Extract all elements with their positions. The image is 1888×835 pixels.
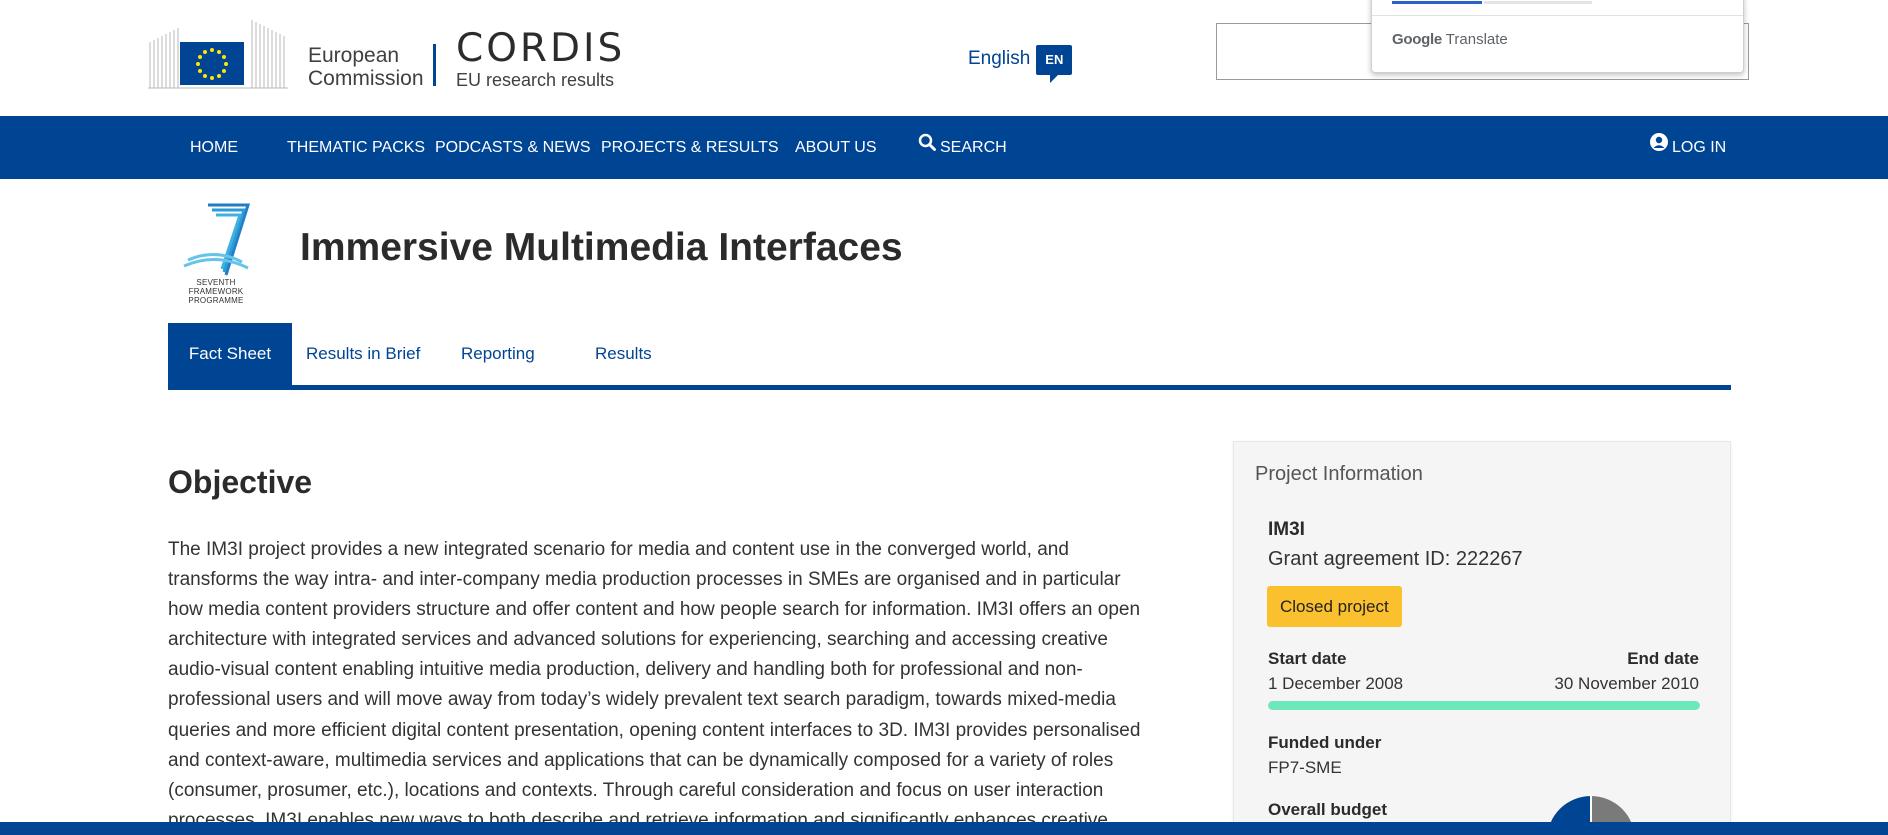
objective-line: queries and more efficient digital conte… bbox=[168, 719, 1141, 741]
end-date-value: 30 November 2010 bbox=[1554, 674, 1699, 693]
objective-heading: Objective bbox=[168, 464, 313, 500]
bottom-blue-bar bbox=[0, 822, 1888, 835]
fp7-caption: SEVENTH FRAMEWORK PROGRAMME bbox=[168, 278, 264, 305]
overall-budget-label: Overall budget bbox=[1268, 800, 1388, 819]
fp7-seven-icon bbox=[183, 203, 251, 276]
european-commission-logo[interactable]: European Commission bbox=[148, 12, 428, 92]
translate-credit[interactable]: Google Translate bbox=[1392, 31, 1508, 48]
language-code-badge: EN bbox=[1036, 45, 1073, 83]
objective-line: audio-visual content enabling intuitive … bbox=[168, 659, 1083, 681]
nav-podcasts-news[interactable]: PODCASTS & NEWS bbox=[435, 116, 591, 179]
nav-about-us[interactable]: ABOUT US bbox=[795, 116, 877, 179]
google-translate-popup[interactable]: Google Translate bbox=[1371, 0, 1744, 73]
tab-results-in-brief[interactable]: Results in Brief bbox=[306, 323, 420, 385]
funded-under-value[interactable]: FP7-SME bbox=[1268, 758, 1342, 778]
tab-results[interactable]: Results bbox=[595, 323, 652, 385]
language-selector[interactable]: English EN bbox=[968, 45, 1073, 83]
ec-name-line2: Commission bbox=[308, 67, 424, 90]
objective-line: (consumer, prosumer, etc.), locations an… bbox=[168, 779, 1104, 801]
project-timeline-progress bbox=[1268, 701, 1700, 710]
grant-agreement-id: Grant agreement ID: 222267 bbox=[1268, 548, 1523, 570]
google-logo: Google bbox=[1392, 31, 1442, 48]
site-header: European Commission CORDIS EU research r… bbox=[0, 0, 1888, 116]
fp7-caption-line1: SEVENTH FRAMEWORK bbox=[188, 278, 244, 296]
project-tabs: Fact Sheet Results in Brief Reporting Re… bbox=[168, 323, 1731, 390]
tabs-underline bbox=[168, 385, 1731, 390]
objective-line: transforms the way intra- and inter-comp… bbox=[168, 569, 1121, 591]
nav-login-label: LOG IN bbox=[1672, 139, 1727, 156]
eu-flag-icon bbox=[180, 42, 244, 85]
funded-under-label: Funded under bbox=[1268, 733, 1382, 752]
search-icon bbox=[918, 115, 936, 178]
nav-login[interactable]: LOG IN bbox=[1650, 116, 1726, 179]
start-date-label: Start date bbox=[1268, 649, 1347, 668]
ec-name: European Commission bbox=[308, 44, 424, 90]
tab-reporting[interactable]: Reporting bbox=[461, 323, 535, 385]
translate-tab-active[interactable] bbox=[1392, 1, 1482, 4]
panel-title: Project Information bbox=[1255, 463, 1423, 485]
objective-line: The IM3I project provides a new integrat… bbox=[168, 539, 1069, 560]
objective-line: and context-aware, multimedia services a… bbox=[168, 749, 1114, 771]
brand-divider bbox=[433, 44, 436, 86]
translate-label: Translate bbox=[1445, 31, 1508, 48]
site-title[interactable]: CORDIS bbox=[456, 26, 625, 71]
nav-search-label: SEARCH bbox=[940, 139, 1007, 156]
nav-search[interactable]: SEARCH bbox=[918, 116, 1007, 179]
site-subtitle: EU research results bbox=[456, 70, 615, 90]
end-date-label: End date bbox=[1627, 649, 1699, 668]
main-navigation: HOME THEMATIC PACKS PODCASTS & NEWS PROJ… bbox=[0, 116, 1888, 179]
status-badge: Closed project bbox=[1267, 586, 1402, 627]
nav-home[interactable]: HOME bbox=[190, 116, 238, 179]
project-information-panel: Project Information IM3I Grant agreement… bbox=[1233, 441, 1731, 835]
fp7-programme-logo: SEVENTH FRAMEWORK PROGRAMME bbox=[168, 200, 264, 305]
nav-projects-results[interactable]: PROJECTS & RESULTS bbox=[601, 116, 779, 179]
start-date-value: 1 December 2008 bbox=[1268, 674, 1404, 693]
translate-tab[interactable] bbox=[1484, 1, 1592, 4]
objective-line: architecture with integrated services an… bbox=[168, 629, 1108, 651]
project-acronym: IM3I bbox=[1268, 519, 1305, 540]
fp7-caption-line2: PROGRAMME bbox=[188, 296, 244, 305]
ec-name-line1: European bbox=[308, 44, 400, 67]
nav-thematic-packs[interactable]: THEMATIC PACKS bbox=[287, 116, 425, 179]
divider bbox=[1372, 15, 1743, 16]
project-title: Immersive Multimedia Interfaces bbox=[300, 226, 903, 269]
user-circle-icon bbox=[1650, 115, 1668, 178]
tab-fact-sheet[interactable]: Fact Sheet bbox=[168, 323, 292, 385]
objective-line: how media content providers structure an… bbox=[168, 599, 1141, 621]
objective-line: professional users and will move away fr… bbox=[168, 689, 1116, 711]
progress-fill bbox=[1268, 701, 1700, 710]
language-name: English bbox=[968, 48, 1031, 69]
objective-text: The IM3I project provides a new integrat… bbox=[168, 535, 1198, 835]
